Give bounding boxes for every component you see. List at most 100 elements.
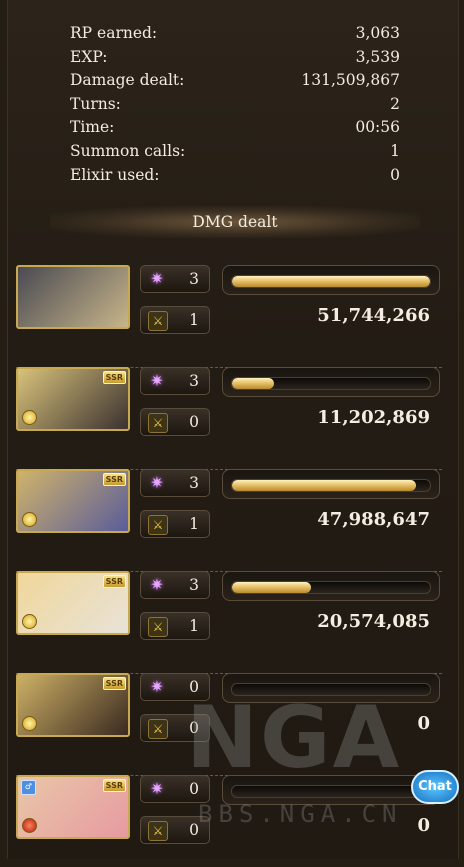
charge-attack-count-box: ⚔ 0 bbox=[140, 816, 210, 844]
skill-count: 3 bbox=[189, 372, 199, 390]
ssr-badge: SSR bbox=[102, 575, 126, 588]
element-icon: ♂ bbox=[21, 780, 36, 795]
ssr-badge: SSR bbox=[102, 677, 126, 690]
stat-label: Summon calls: bbox=[70, 141, 186, 160]
sparkle-icon: ✷ bbox=[150, 677, 164, 696]
stat-label: Time: bbox=[70, 118, 115, 137]
skill-count: 3 bbox=[189, 474, 199, 492]
damage-value: 47,988,647 bbox=[317, 509, 430, 530]
stat-value: 00:56 bbox=[355, 118, 400, 137]
damage-value: 0 bbox=[417, 713, 430, 734]
charge-attack-count: 1 bbox=[189, 311, 199, 329]
charge-attack-count: 1 bbox=[189, 515, 199, 533]
stat-value: 3,539 bbox=[355, 47, 400, 66]
charge-attack-count: 1 bbox=[189, 617, 199, 635]
character-portrait[interactable]: SSR bbox=[16, 469, 130, 533]
skill-count-box: ✷ 3 bbox=[140, 469, 210, 497]
crossed-swords-icon: ⚔ bbox=[148, 515, 168, 535]
crossed-swords-icon: ⚔ bbox=[148, 413, 168, 433]
medal-icon bbox=[22, 818, 37, 833]
charge-attack-count: 0 bbox=[189, 413, 199, 431]
damage-bar bbox=[222, 265, 440, 295]
ssr-badge: SSR bbox=[102, 473, 126, 486]
skill-count-box: ✷ 3 bbox=[140, 571, 210, 599]
damage-bar bbox=[222, 775, 440, 805]
sparkle-icon: ✷ bbox=[150, 473, 164, 492]
character-row: SSR ✷ 3 ⚔ 1 20,574,085 bbox=[16, 571, 442, 674]
damage-value: 11,202,869 bbox=[317, 407, 430, 428]
damage-bar bbox=[222, 673, 440, 703]
skill-count: 0 bbox=[189, 780, 199, 798]
charge-attack-count-box: ⚔ 1 bbox=[140, 510, 210, 538]
damage-bar-track bbox=[231, 581, 431, 594]
damage-bar-track bbox=[231, 683, 431, 696]
stat-label: RP earned: bbox=[70, 24, 158, 42]
stat-value: 2 bbox=[390, 94, 400, 113]
character-row: SSR ✷ 0 ⚔ 0 0 bbox=[16, 673, 442, 776]
medal-icon bbox=[22, 410, 37, 425]
ssr-badge: SSR bbox=[102, 371, 126, 384]
medal-icon bbox=[22, 614, 37, 629]
charge-attack-count-box: ⚔ 0 bbox=[140, 408, 210, 436]
crossed-swords-icon: ⚔ bbox=[148, 821, 168, 841]
damage-bar bbox=[222, 469, 440, 499]
damage-bar-fill bbox=[232, 582, 312, 593]
damage-bar-track bbox=[231, 377, 431, 390]
chat-button[interactable]: Chat bbox=[411, 770, 459, 804]
character-portrait[interactable]: SSR bbox=[16, 571, 130, 635]
character-portrait[interactable]: SSR bbox=[16, 367, 130, 431]
crossed-swords-icon: ⚔ bbox=[148, 719, 168, 739]
crossed-swords-icon: ⚔ bbox=[148, 617, 168, 637]
stat-row: Elixir used: 0 bbox=[70, 164, 400, 188]
skill-count-box: ✷ 0 bbox=[140, 775, 210, 803]
stat-label: Damage dealt: bbox=[70, 71, 185, 90]
skill-count: 0 bbox=[189, 678, 199, 696]
stat-row: Damage dealt: 131,509,867 bbox=[70, 69, 400, 93]
damage-bar-track bbox=[231, 479, 431, 492]
damage-bar-track bbox=[231, 275, 431, 288]
character-row: SSR ♂ ✷ 0 ⚔ 0 0 bbox=[16, 775, 442, 867]
stat-row: Turns: 2 bbox=[70, 93, 400, 117]
character-portrait[interactable]: SSR bbox=[16, 673, 130, 737]
stat-label: Turns: bbox=[70, 94, 121, 113]
crossed-swords-icon: ⚔ bbox=[148, 311, 168, 331]
damage-bar bbox=[222, 367, 440, 397]
skill-count-box: ✷ 3 bbox=[140, 367, 210, 395]
character-row: SSR ✷ 3 ⚔ 0 11,202,869 bbox=[16, 367, 442, 470]
stat-row: RP earned: 3,063 bbox=[70, 22, 400, 46]
skill-count-box: ✷ 0 bbox=[140, 673, 210, 701]
charge-attack-count: 0 bbox=[189, 719, 199, 737]
stat-value: 3,063 bbox=[355, 24, 400, 42]
stat-label: Elixir used: bbox=[70, 165, 160, 184]
charge-attack-count-box: ⚔ 1 bbox=[140, 306, 210, 334]
battle-stats: RP earned: 3,063 EXP: 3,539 Damage dealt: 1… bbox=[70, 22, 400, 187]
character-row: SSR ✷ 3 ⚔ 1 47,988,647 bbox=[16, 469, 442, 572]
damage-value: 51,744,266 bbox=[317, 305, 430, 326]
skill-count: 3 bbox=[189, 270, 199, 288]
damage-bar-fill bbox=[232, 480, 417, 491]
skill-count: 3 bbox=[189, 576, 199, 594]
stat-row: Summon calls: 1 bbox=[70, 140, 400, 164]
stat-row: Time: 00:56 bbox=[70, 116, 400, 140]
damage-value: 20,574,085 bbox=[317, 611, 430, 632]
section-title: DMG dealt bbox=[50, 206, 420, 238]
charge-attack-count-box: ⚔ 1 bbox=[140, 612, 210, 640]
character-portrait[interactable]: SSR ♂ bbox=[16, 775, 130, 839]
sparkle-icon: ✷ bbox=[150, 269, 164, 288]
charge-attack-count: 0 bbox=[189, 821, 199, 839]
stat-value: 131,509,867 bbox=[301, 71, 400, 90]
stat-value: 1 bbox=[390, 141, 400, 160]
stat-label: EXP: bbox=[70, 47, 108, 66]
character-row: ✷ 3 ⚔ 1 51,744,266 bbox=[16, 265, 442, 368]
character-portrait[interactable] bbox=[16, 265, 130, 329]
damage-bar-fill bbox=[232, 378, 274, 389]
sparkle-icon: ✷ bbox=[150, 371, 164, 390]
ssr-badge: SSR bbox=[102, 779, 126, 792]
stat-row: EXP: 3,539 bbox=[70, 46, 400, 70]
medal-icon bbox=[22, 512, 37, 527]
damage-bar-track bbox=[231, 785, 431, 798]
skill-count-box: ✷ 3 bbox=[140, 265, 210, 293]
sparkle-icon: ✷ bbox=[150, 575, 164, 594]
medal-icon bbox=[22, 716, 37, 731]
sparkle-icon: ✷ bbox=[150, 779, 164, 798]
